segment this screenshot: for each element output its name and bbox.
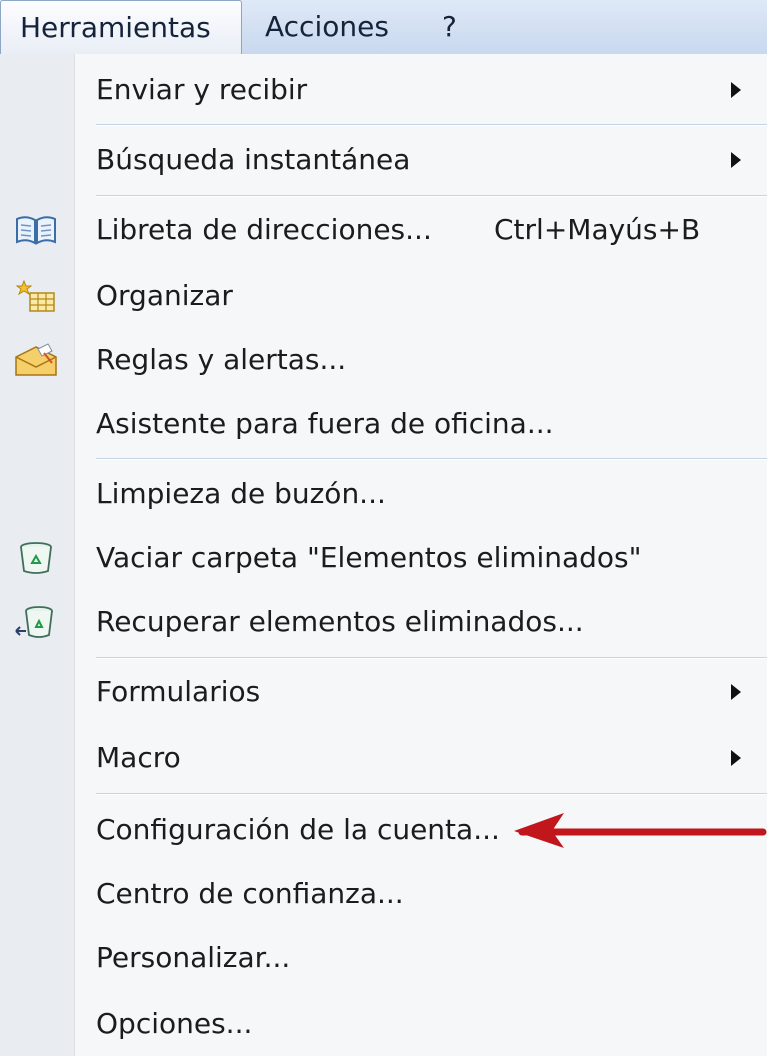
- menu-separator: [96, 195, 767, 197]
- menu-separator: [96, 124, 767, 126]
- recycle-bin-icon: [14, 541, 58, 575]
- menu-item-label: Recuperar elementos eliminados...: [96, 605, 584, 638]
- recover-bin-icon: [14, 605, 58, 639]
- menu-item-opciones[interactable]: Opciones...: [0, 994, 767, 1054]
- menu-item-busqueda-instantanea[interactable]: Búsqueda instantánea: [0, 130, 767, 190]
- address-book-icon: [14, 213, 58, 247]
- menu-item-label: Personalizar...: [96, 941, 291, 974]
- menu-item-organizar[interactable]: Organizar: [0, 266, 767, 326]
- menu-help-label: ?: [442, 10, 457, 43]
- menu-item-macro[interactable]: Macro: [0, 728, 767, 788]
- menu-item-centro-de-confianza[interactable]: Centro de confianza...: [0, 864, 767, 924]
- menu-item-label: Reglas y alertas...: [96, 343, 347, 376]
- menu-herramientas-label: Herramientas: [20, 11, 211, 44]
- menu-item-asistente-fuera-de-oficina[interactable]: Asistente para fuera de oficina...: [0, 394, 767, 454]
- menu-separator: [96, 458, 767, 460]
- menu-item-personalizar[interactable]: Personalizar...: [0, 928, 767, 988]
- menu-item-enviar-y-recibir[interactable]: Enviar y recibir: [0, 60, 767, 120]
- menu-item-limpieza-de-buzon[interactable]: Limpieza de buzón...: [0, 464, 767, 524]
- menu-herramientas[interactable]: Herramientas: [0, 0, 242, 54]
- menu-item-recuperar-elementos[interactable]: Recuperar elementos eliminados...: [0, 592, 767, 652]
- menu-item-formularios[interactable]: Formularios: [0, 662, 767, 722]
- red-pointer-arrow-icon: [514, 813, 767, 848]
- menu-item-label: Asistente para fuera de oficina...: [96, 407, 554, 440]
- menu-item-reglas-y-alertas[interactable]: Reglas y alertas...: [0, 330, 767, 390]
- submenu-arrow-icon: [731, 152, 741, 168]
- submenu-arrow-icon: [731, 82, 741, 98]
- organize-icon: [14, 279, 58, 313]
- menu-item-label: Opciones...: [96, 1007, 253, 1040]
- menu-item-label: Centro de confianza...: [96, 877, 404, 910]
- menu-item-label: Formularios: [96, 675, 261, 708]
- menu-item-label: Enviar y recibir: [96, 73, 308, 106]
- menu-item-label: Macro: [96, 741, 181, 774]
- menu-acciones[interactable]: Acciones: [265, 0, 389, 54]
- submenu-arrow-icon: [731, 750, 741, 766]
- menu-item-label: Búsqueda instantánea: [96, 143, 411, 176]
- menu-bar: Herramientas Acciones ?: [0, 0, 767, 55]
- menu-item-label: Libreta de direcciones...: [96, 213, 432, 246]
- menu-separator: [96, 793, 767, 795]
- menu-item-label: Vaciar carpeta "Elementos eliminados": [96, 541, 642, 574]
- menu-item-label: Configuración de la cuenta...: [96, 813, 500, 846]
- menu-item-label: Limpieza de buzón...: [96, 477, 386, 510]
- menu-item-vaciar-carpeta[interactable]: Vaciar carpeta "Elementos eliminados": [0, 528, 767, 588]
- menu-help[interactable]: ?: [442, 0, 457, 54]
- menu-item-label: Organizar: [96, 279, 233, 312]
- menu-acciones-label: Acciones: [265, 10, 389, 43]
- rules-alerts-icon: [14, 343, 58, 377]
- submenu-arrow-icon: [731, 684, 741, 700]
- keyboard-shortcut: Ctrl+Mayús+B: [494, 213, 701, 246]
- menu-item-libreta-de-direcciones[interactable]: Libreta de direcciones... Ctrl+Mayús+B: [0, 200, 767, 260]
- herramientas-dropdown: Enviar y recibir Búsqueda instantánea Li…: [0, 54, 767, 1056]
- menu-separator: [96, 657, 767, 659]
